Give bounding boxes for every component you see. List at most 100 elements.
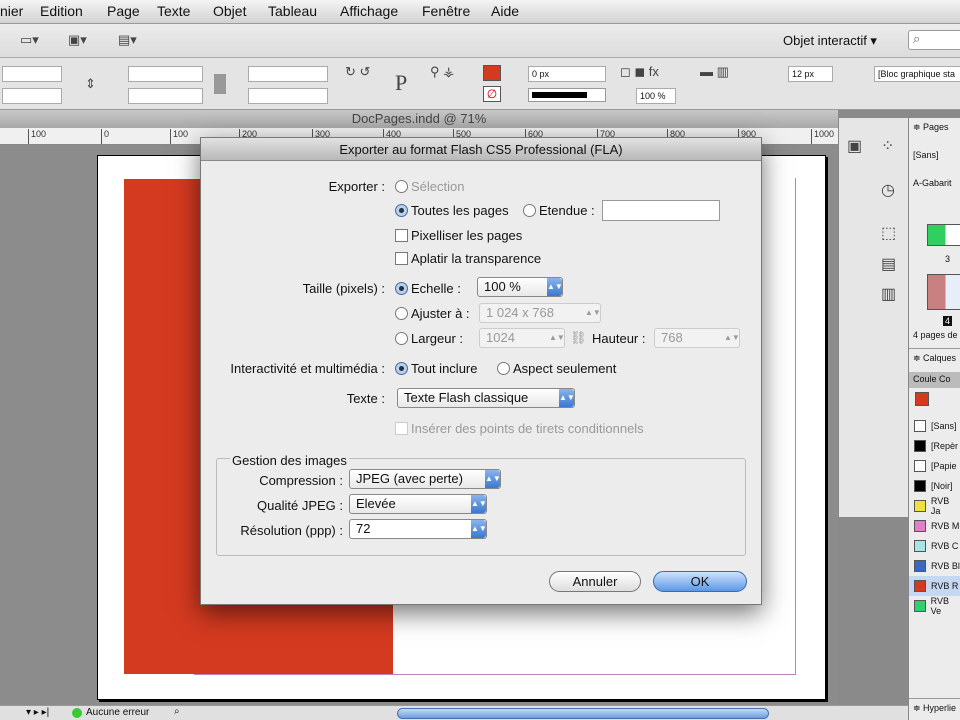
layers-panel-tab[interactable]: ≑ Calques: [909, 348, 960, 368]
constrain-proportions-icon[interactable]: [214, 74, 226, 94]
arrange-documents-icon[interactable]: ▤▾: [118, 32, 137, 48]
swatch-item[interactable]: RVB Ja: [909, 496, 960, 516]
swatch-item[interactable]: [Repèr: [909, 436, 960, 456]
object-style-select[interactable]: [Bloc graphique sta: [874, 66, 960, 82]
swatch-item[interactable]: RVB C: [909, 536, 960, 556]
pages-panel-tab[interactable]: ≑ Pages: [909, 118, 960, 137]
swatch-item[interactable]: RVB R: [909, 576, 960, 596]
radio-fit[interactable]: Ajuster à :: [395, 306, 470, 321]
tab-swatches[interactable]: Coule: [913, 374, 937, 384]
swatch-item[interactable]: RVB Bl: [909, 556, 960, 576]
swatches-panel-tab[interactable]: Coule Co: [909, 372, 960, 388]
menu-bar: nier Edition Page Texte Objet Tableau Af…: [0, 0, 960, 24]
ruler-label: 100: [170, 129, 188, 144]
scale-y-field[interactable]: [248, 88, 328, 104]
swatch-item[interactable]: [Sans]: [909, 416, 960, 436]
scale-select[interactable]: 100 % ▲▼: [477, 277, 563, 297]
radio-range[interactable]: Etendue :: [523, 203, 595, 218]
cancel-button[interactable]: Annuler: [549, 571, 641, 592]
swatch-item[interactable]: [Noir]: [909, 476, 960, 496]
height-field[interactable]: [128, 88, 203, 104]
stroke-type-select[interactable]: [528, 88, 606, 102]
range-input[interactable]: [602, 200, 720, 221]
swatch-name: RVB M: [931, 521, 960, 531]
menu-fenetre[interactable]: Fenêtre: [422, 3, 470, 19]
radio-include-all[interactable]: Tout inclure: [395, 361, 477, 376]
stroke-weight-field[interactable]: 0 px: [528, 66, 606, 82]
scale-x-field[interactable]: [248, 66, 328, 82]
y-field[interactable]: [2, 88, 62, 104]
view-options-icon[interactable]: ▭▾: [20, 32, 39, 48]
spacing-field[interactable]: 12 px: [788, 66, 833, 82]
screen-mode-icon[interactable]: ▣▾: [68, 32, 87, 48]
radio-width[interactable]: Largeur :: [395, 331, 463, 346]
ok-button[interactable]: OK: [653, 571, 747, 592]
rotate-icon[interactable]: ↻ ↺: [345, 64, 370, 80]
swatch-item[interactable]: RVB M: [909, 516, 960, 536]
menu-objet[interactable]: Objet: [213, 3, 246, 19]
radio-icon: [395, 332, 408, 345]
page-thumbnail-3[interactable]: [927, 224, 960, 246]
export-flash-dialog: Exporter au format Flash CS5 Professiona…: [200, 137, 762, 605]
preflight-status-icon: [72, 708, 82, 718]
swatch-item[interactable]: [Papie: [909, 456, 960, 476]
checkbox-flatten[interactable]: Aplatir la transparence: [395, 251, 541, 266]
effects-icon[interactable]: ◻ ◼ fx: [620, 64, 659, 80]
group-title: Gestion des images: [230, 453, 349, 468]
media-preview-icon[interactable]: ▣: [847, 136, 862, 156]
quality-select[interactable]: Elevée ▲▼: [349, 494, 487, 514]
menu-fichier[interactable]: nier: [0, 3, 23, 19]
radio-scale[interactable]: Echelle :: [395, 281, 461, 296]
master-a[interactable]: A-Gabarit: [913, 178, 952, 188]
fill-stroke-icon[interactable]: [915, 392, 929, 406]
swatch-name: [Sans]: [931, 421, 957, 431]
menu-texte[interactable]: Texte: [157, 3, 190, 19]
radio-appearance-only[interactable]: Aspect seulement: [497, 361, 616, 376]
compression-select[interactable]: JPEG (avec perte) ▲▼: [349, 469, 501, 489]
swatch-item[interactable]: RVB Ve: [909, 596, 960, 616]
opacity-field[interactable]: 100 %: [636, 88, 676, 104]
buttons-icon[interactable]: ▤: [881, 254, 896, 274]
hyperlinks-panel-tab[interactable]: ≑ Hyperlie: [909, 698, 960, 718]
radio-selection: Sélection: [395, 179, 464, 194]
checkbox-icon: [395, 422, 408, 435]
swatch-name: [Noir]: [931, 481, 953, 491]
width-field[interactable]: [128, 66, 203, 82]
workspace-switcher[interactable]: Objet interactif ▾: [783, 33, 877, 49]
stepper-icon: ▲▼: [471, 495, 487, 513]
master-none[interactable]: [Sans]: [913, 150, 939, 160]
tab-color[interactable]: Co: [939, 374, 951, 384]
menu-edition[interactable]: Edition: [40, 3, 83, 19]
page-nav-icon[interactable]: ▾ ▸ ▸|: [26, 707, 49, 718]
flip-icon[interactable]: ⚲ ⚶: [430, 64, 454, 80]
radio-all-pages[interactable]: Toutes les pages: [395, 203, 509, 218]
radio-label: Toutes les pages: [411, 203, 509, 218]
page-transitions-icon[interactable]: ▥: [881, 284, 896, 304]
menu-aide[interactable]: Aide: [491, 3, 519, 19]
reference-point-icon[interactable]: ⇕: [85, 76, 96, 92]
page-thumbnail-4[interactable]: [927, 274, 960, 310]
text-select[interactable]: Texte Flash classique ▲▼: [397, 388, 575, 408]
preflight-menu-icon[interactable]: ⌕: [174, 706, 180, 717]
timing-icon[interactable]: ◷: [881, 180, 895, 200]
swatch-name: RVB Ja: [930, 496, 950, 516]
search-input[interactable]: ⌕: [908, 30, 960, 50]
document-tab[interactable]: DocPages.indd @ 71%: [0, 110, 838, 128]
radio-icon: [497, 362, 510, 375]
menu-page[interactable]: Page: [107, 3, 140, 19]
animation-icon[interactable]: ⁘: [881, 136, 894, 156]
horizontal-scrollbar-thumb[interactable]: [397, 708, 769, 719]
swatch-color: [914, 600, 926, 612]
text-wrap-icon[interactable]: ▬ ▥: [700, 64, 729, 80]
menu-affichage[interactable]: Affichage: [340, 3, 398, 19]
content-p-icon[interactable]: P: [395, 70, 407, 96]
radio-label: Sélection: [411, 179, 465, 194]
fill-swatch[interactable]: [483, 65, 501, 81]
checkbox-rasterize[interactable]: Pixelliser les pages: [395, 228, 522, 243]
menu-tableau[interactable]: Tableau: [268, 3, 317, 19]
resolution-select[interactable]: 72 ▲▼: [349, 519, 487, 539]
stroke-swatch[interactable]: ∅: [483, 86, 501, 102]
object-states-icon[interactable]: ⬚: [881, 223, 896, 243]
preflight-status[interactable]: Aucune erreur: [86, 707, 149, 718]
x-field[interactable]: [2, 66, 62, 82]
